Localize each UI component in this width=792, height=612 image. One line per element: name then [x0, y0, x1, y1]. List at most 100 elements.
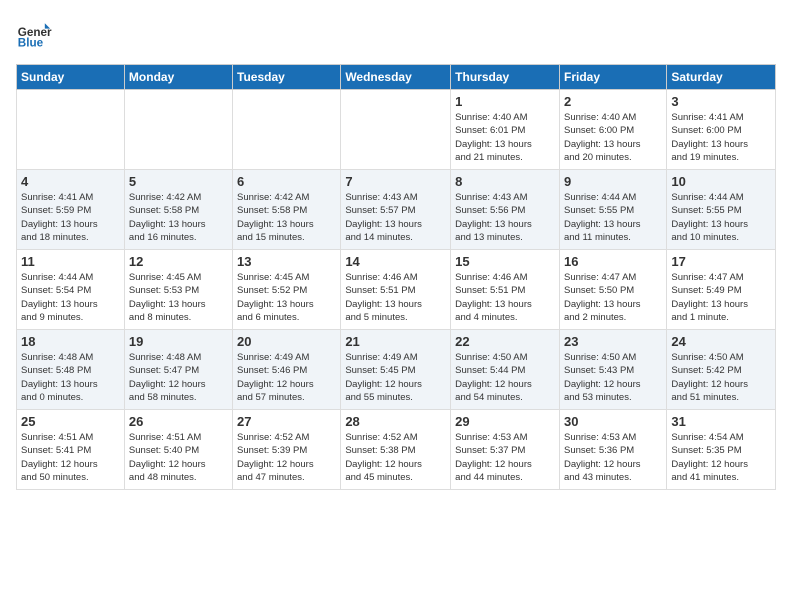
calendar-cell: 24 Sunrise: 4:50 AMSunset: 5:42 PMDayligh… [667, 330, 776, 410]
day-info: Sunrise: 4:40 AMSunset: 6:01 PMDaylight:… [455, 111, 555, 164]
day-info: Sunrise: 4:41 AMSunset: 5:59 PMDaylight:… [21, 191, 120, 244]
day-info: Sunrise: 4:49 AMSunset: 5:46 PMDaylight:… [237, 351, 336, 404]
calendar-cell: 22 Sunrise: 4:50 AMSunset: 5:44 PMDayligh… [451, 330, 560, 410]
calendar-cell: 13 Sunrise: 4:45 AMSunset: 5:52 PMDayligh… [233, 250, 341, 330]
calendar-cell [341, 90, 451, 170]
page-header: General Blue [16, 16, 776, 52]
calendar-cell: 25 Sunrise: 4:51 AMSunset: 5:41 PMDayligh… [17, 410, 125, 490]
day-number: 21 [345, 334, 446, 349]
week-row-4: 18Sunrise: 4:48 AMSunset: 5:48 PMDayligh… [17, 330, 776, 410]
day-header-saturday: Saturday [667, 65, 776, 90]
day-number: 24 [671, 334, 771, 349]
calendar-cell: 2 Sunrise: 4:40 AMSunset: 6:00 PMDaylight… [559, 90, 666, 170]
day-number: 17 [671, 254, 771, 269]
day-number: 14 [345, 254, 446, 269]
day-info: Sunrise: 4:52 AMSunset: 5:39 PMDaylight:… [237, 431, 336, 484]
day-number: 3 [671, 94, 771, 109]
week-row-1: 1Sunrise: 4:40 AMSunset: 6:01 PMDaylight… [17, 90, 776, 170]
logo-icon: General Blue [16, 16, 52, 52]
calendar-cell: 15 Sunrise: 4:46 AMSunset: 5:51 PMDayligh… [451, 250, 560, 330]
calendar-cell [17, 90, 125, 170]
day-info: Sunrise: 4:45 AMSunset: 5:52 PMDaylight:… [237, 271, 336, 324]
day-number: 4 [21, 174, 120, 189]
day-number: 8 [455, 174, 555, 189]
day-info: Sunrise: 4:46 AMSunset: 5:51 PMDaylight:… [345, 271, 446, 324]
calendar-cell: 23 Sunrise: 4:50 AMSunset: 5:43 PMDayligh… [559, 330, 666, 410]
week-row-5: 25 Sunrise: 4:51 AMSunset: 5:41 PMDayligh… [17, 410, 776, 490]
day-number: 15 [455, 254, 555, 269]
day-number: 7 [345, 174, 446, 189]
header-row: SundayMondayTuesdayWednesdayThursdayFrid… [17, 65, 776, 90]
day-number: 27 [237, 414, 336, 429]
day-header-tuesday: Tuesday [233, 65, 341, 90]
day-info: Sunrise: 4:44 AMSunset: 5:55 PMDaylight:… [671, 191, 771, 244]
day-info: Sunrise: 4:42 AMSunset: 5:58 PMDaylight:… [129, 191, 228, 244]
day-info: Sunrise: 4:47 AMSunset: 5:50 PMDaylight:… [564, 271, 662, 324]
day-info: Sunrise: 4:50 AMSunset: 5:43 PMDaylight:… [564, 351, 662, 404]
day-info: Sunrise: 4:41 AMSunset: 6:00 PMDaylight:… [671, 111, 771, 164]
calendar-cell: 19Sunrise: 4:48 AMSunset: 5:47 PMDayligh… [124, 330, 232, 410]
day-info: Sunrise: 4:42 AMSunset: 5:58 PMDaylight:… [237, 191, 336, 244]
day-number: 13 [237, 254, 336, 269]
day-number: 5 [129, 174, 228, 189]
day-info: Sunrise: 4:53 AMSunset: 5:36 PMDaylight:… [564, 431, 662, 484]
day-info: Sunrise: 4:54 AMSunset: 5:35 PMDaylight:… [671, 431, 771, 484]
day-number: 29 [455, 414, 555, 429]
calendar-header: SundayMondayTuesdayWednesdayThursdayFrid… [17, 65, 776, 90]
calendar-cell: 7 Sunrise: 4:43 AMSunset: 5:57 PMDaylight… [341, 170, 451, 250]
day-info: Sunrise: 4:48 AMSunset: 5:48 PMDaylight:… [21, 351, 120, 404]
calendar-cell: 29 Sunrise: 4:53 AMSunset: 5:37 PMDayligh… [451, 410, 560, 490]
day-number: 22 [455, 334, 555, 349]
day-number: 16 [564, 254, 662, 269]
day-header-sunday: Sunday [17, 65, 125, 90]
week-row-3: 11 Sunrise: 4:44 AMSunset: 5:54 PMDayligh… [17, 250, 776, 330]
calendar-cell: 5 Sunrise: 4:42 AMSunset: 5:58 PMDaylight… [124, 170, 232, 250]
calendar-cell: 9 Sunrise: 4:44 AMSunset: 5:55 PMDaylight… [559, 170, 666, 250]
calendar-cell: 17 Sunrise: 4:47 AMSunset: 5:49 PMDayligh… [667, 250, 776, 330]
day-number: 9 [564, 174, 662, 189]
day-number: 12 [129, 254, 228, 269]
calendar-cell: 3 Sunrise: 4:41 AMSunset: 6:00 PMDaylight… [667, 90, 776, 170]
calendar-cell: 18Sunrise: 4:48 AMSunset: 5:48 PMDayligh… [17, 330, 125, 410]
day-info: Sunrise: 4:50 AMSunset: 5:42 PMDaylight:… [671, 351, 771, 404]
day-number: 6 [237, 174, 336, 189]
calendar-cell [124, 90, 232, 170]
day-info: Sunrise: 4:44 AMSunset: 5:55 PMDaylight:… [564, 191, 662, 244]
day-info: Sunrise: 4:43 AMSunset: 5:57 PMDaylight:… [345, 191, 446, 244]
calendar-cell: 27 Sunrise: 4:52 AMSunset: 5:39 PMDayligh… [233, 410, 341, 490]
day-info: Sunrise: 4:50 AMSunset: 5:44 PMDaylight:… [455, 351, 555, 404]
day-header-thursday: Thursday [451, 65, 560, 90]
day-info: Sunrise: 4:40 AMSunset: 6:00 PMDaylight:… [564, 111, 662, 164]
day-info: Sunrise: 4:46 AMSunset: 5:51 PMDaylight:… [455, 271, 555, 324]
calendar-cell: 30Sunrise: 4:53 AMSunset: 5:36 PMDayligh… [559, 410, 666, 490]
calendar-cell: 1Sunrise: 4:40 AMSunset: 6:01 PMDaylight… [451, 90, 560, 170]
calendar-body: 1Sunrise: 4:40 AMSunset: 6:01 PMDaylight… [17, 90, 776, 490]
day-info: Sunrise: 4:44 AMSunset: 5:54 PMDaylight:… [21, 271, 120, 324]
calendar-cell [233, 90, 341, 170]
day-number: 26 [129, 414, 228, 429]
day-info: Sunrise: 4:53 AMSunset: 5:37 PMDaylight:… [455, 431, 555, 484]
calendar-cell: 10Sunrise: 4:44 AMSunset: 5:55 PMDayligh… [667, 170, 776, 250]
calendar-cell: 6 Sunrise: 4:42 AMSunset: 5:58 PMDaylight… [233, 170, 341, 250]
day-number: 11 [21, 254, 120, 269]
logo: General Blue [16, 16, 56, 52]
day-number: 23 [564, 334, 662, 349]
day-info: Sunrise: 4:51 AMSunset: 5:40 PMDaylight:… [129, 431, 228, 484]
calendar-cell: 14 Sunrise: 4:46 AMSunset: 5:51 PMDayligh… [341, 250, 451, 330]
calendar-cell: 16 Sunrise: 4:47 AMSunset: 5:50 PMDayligh… [559, 250, 666, 330]
calendar-cell: 12 Sunrise: 4:45 AMSunset: 5:53 PMDayligh… [124, 250, 232, 330]
day-header-monday: Monday [124, 65, 232, 90]
day-number: 20 [237, 334, 336, 349]
day-info: Sunrise: 4:51 AMSunset: 5:41 PMDaylight:… [21, 431, 120, 484]
day-number: 31 [671, 414, 771, 429]
day-header-wednesday: Wednesday [341, 65, 451, 90]
day-number: 25 [21, 414, 120, 429]
day-info: Sunrise: 4:49 AMSunset: 5:45 PMDaylight:… [345, 351, 446, 404]
day-number: 2 [564, 94, 662, 109]
day-info: Sunrise: 4:47 AMSunset: 5:49 PMDaylight:… [671, 271, 771, 324]
day-info: Sunrise: 4:52 AMSunset: 5:38 PMDaylight:… [345, 431, 446, 484]
svg-text:Blue: Blue [18, 37, 44, 50]
day-number: 19 [129, 334, 228, 349]
day-info: Sunrise: 4:45 AMSunset: 5:53 PMDaylight:… [129, 271, 228, 324]
calendar-cell: 8Sunrise: 4:43 AMSunset: 5:56 PMDaylight… [451, 170, 560, 250]
